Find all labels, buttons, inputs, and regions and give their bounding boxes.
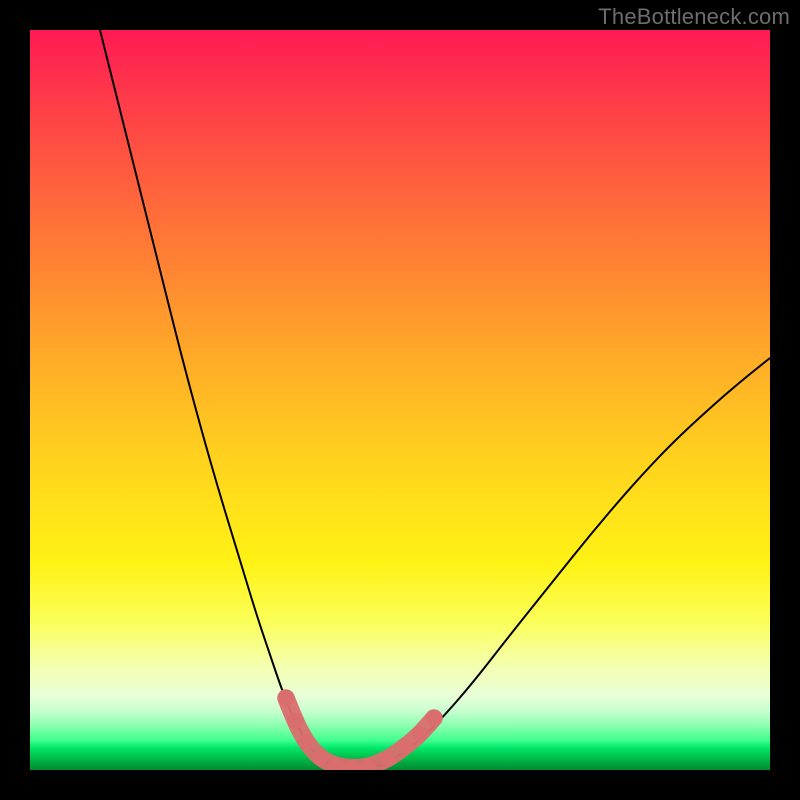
plot-area (30, 30, 770, 770)
marker-dot (278, 690, 294, 706)
marker-dot (380, 751, 396, 767)
marker-dot (298, 734, 314, 750)
marker-layer (30, 30, 770, 770)
marker-dot (398, 738, 414, 754)
marker-dot (312, 750, 328, 766)
chart-frame: TheBottleneck.com (0, 0, 800, 800)
marker-dot (412, 726, 428, 742)
marker-path (286, 698, 434, 768)
marker-dot (287, 713, 303, 729)
marker-dot (426, 710, 442, 726)
watermark-text: TheBottleneck.com (598, 4, 790, 30)
